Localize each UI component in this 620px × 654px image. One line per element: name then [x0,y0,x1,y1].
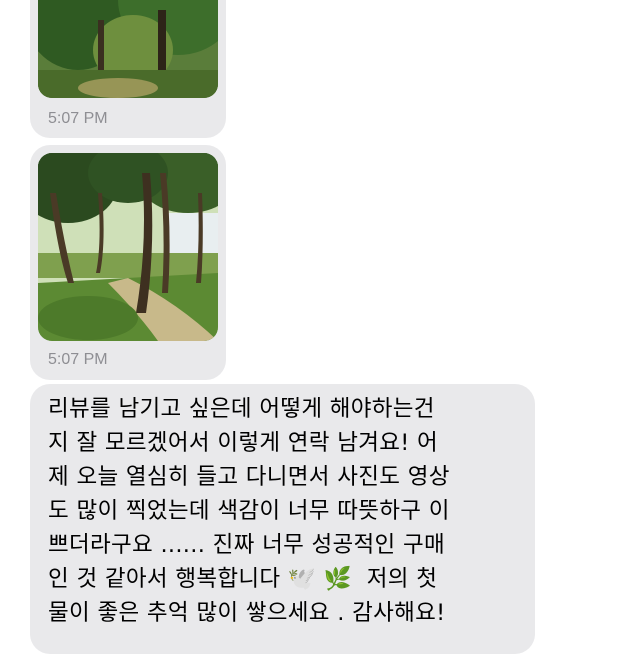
photo-message-1[interactable]: 5:07 PM [30,0,226,138]
message-timestamp: 5:07 PM [48,351,108,368]
message-line: 인 것 같아서 행복합니다 🕊️ 🌿 저의 첫 [48,566,438,592]
message-line: 지 잘 모르겠어서 이렇게 연락 남겨요! 어 [48,430,439,456]
message-body: 리뷰를 남기고 싶은데 어떻게 해야하는건지 잘 모르겠어서 이렇게 연락 남겨… [48,392,528,630]
forest-path-photo-icon[interactable] [38,153,218,341]
photo-message-2[interactable]: 5:07 PM [30,145,226,380]
message-line: 제 오늘 열심히 들고 다니면서 사진도 영상 [48,464,450,490]
text-message[interactable]: 리뷰를 남기고 싶은데 어떻게 해야하는건지 잘 모르겠어서 이렇게 연락 남겨… [30,384,535,654]
message-line: 도 많이 찍었는데 색감이 너무 따뜻하구 이 [48,498,450,524]
message-line: 리뷰를 남기고 싶은데 어떻게 해야하는건 [48,396,435,422]
forest-photo-icon[interactable] [38,0,218,98]
message-timestamp: 5:07 PM [48,110,108,127]
message-line: 쁘더라구요 ...... 진짜 너무 성공적인 구매 [48,532,445,558]
message-line: 물이 좋은 추억 많이 쌓으세요 . 감사해요! [48,600,446,626]
